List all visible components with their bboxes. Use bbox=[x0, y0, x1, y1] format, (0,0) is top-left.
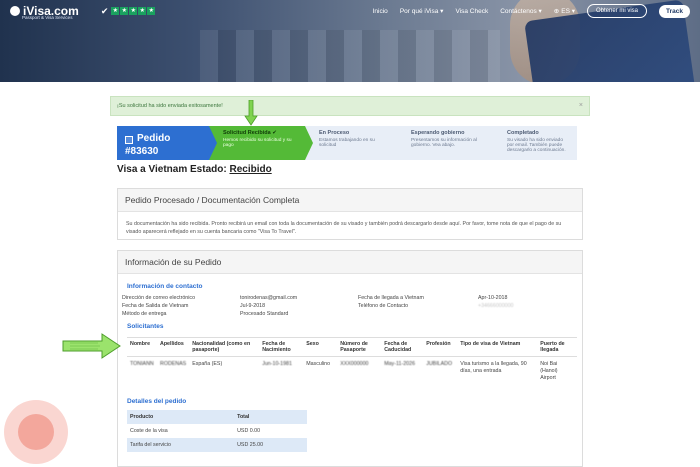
step-processing: En Proceso Estamos trabajando en su soli… bbox=[305, 126, 405, 160]
cell-passport-number: XXX000000 bbox=[340, 361, 369, 367]
column-header: Número de Pasaporte bbox=[337, 337, 382, 357]
cell-arrival-port: Noi Bai (Hanoi) Airport bbox=[540, 361, 558, 381]
cell-product: Coste de la visa bbox=[130, 428, 168, 434]
applicants-title: Solicitantes bbox=[127, 323, 164, 330]
order-details-title: Detalles del pedido bbox=[127, 398, 187, 405]
star-icon: ★ bbox=[120, 7, 129, 15]
column-header: Apellidos bbox=[157, 337, 190, 357]
contact-label-email: Dirección de correo electrónico bbox=[122, 295, 196, 301]
cell-visa-type: Visa turismo a la llegada, 90 días, una … bbox=[460, 361, 527, 374]
contact-label-arrival: Fecha de llegada a Vietnam bbox=[358, 295, 424, 301]
get-visa-button[interactable]: Obtener mi visa bbox=[586, 4, 647, 18]
step-received: Solicitud Recibida ✔ Hemos recibido su s… bbox=[209, 126, 313, 160]
logo-icon bbox=[10, 6, 20, 16]
table-row: Tarifa del servicio USD 25.00 bbox=[127, 438, 307, 452]
table-header-row: Producto Total bbox=[127, 410, 307, 424]
star-icon: ★ bbox=[138, 7, 147, 15]
cell-last-name: RODENAS bbox=[160, 361, 187, 367]
contact-value-email: tonirodenas@gmail.com bbox=[240, 295, 298, 301]
status-value: Recibido bbox=[229, 164, 272, 175]
column-header: Sexo bbox=[303, 337, 338, 357]
language-selector[interactable]: ⊕ ES ▾ bbox=[554, 7, 575, 15]
card-body: Su documentación ha sido recibida. Pront… bbox=[126, 221, 562, 235]
column-header: Tipo de visa de Vietnam bbox=[457, 337, 538, 357]
top-navigation: iVisa.com Passport & Visa Services ✔ ★ ★… bbox=[0, 0, 700, 22]
step-title: Completado bbox=[507, 130, 539, 136]
track-button[interactable]: Track bbox=[659, 4, 690, 18]
column-header: Fecha de Nacimiento bbox=[259, 337, 304, 357]
status-prefix: Visa a Vietnam Estado: bbox=[117, 164, 227, 175]
nav-link-visa-check[interactable]: Visa Check bbox=[455, 8, 488, 15]
step-order-title: Pedido bbox=[137, 133, 171, 144]
globe-icon: ⊕ bbox=[553, 8, 560, 15]
cell-birth-date: Jun-10-1981 bbox=[262, 361, 292, 367]
trustpilot-rating[interactable]: ✔ ★ ★ ★ ★ ★ bbox=[101, 6, 156, 17]
contact-label-delivery: Método de entrega bbox=[122, 311, 167, 317]
contact-value-departure: Jul-9-2018 bbox=[240, 303, 266, 309]
contact-info-title: Información de contacto bbox=[127, 283, 203, 290]
column-header: Total bbox=[237, 414, 250, 420]
table-row: TONIANN RODENAS España (ES) Jun-10-1981 … bbox=[127, 357, 577, 387]
step-description: Su visado ha sido enviado por email. Tam… bbox=[507, 138, 566, 153]
contact-label-departure: Fecha de Salida de Vietnam bbox=[122, 303, 189, 309]
card-title: Pedido Procesado / Documentación Complet… bbox=[118, 189, 582, 212]
order-details-table: Producto Total Coste de la visa USD 0.00… bbox=[127, 410, 307, 452]
table-header-row: Nombre Apellidos Nacionalidad (como en p… bbox=[127, 337, 577, 357]
contact-value-phone: +34666000000 bbox=[478, 303, 514, 309]
nav-link-contactenos[interactable]: Contáctenos ▾ bbox=[500, 7, 542, 15]
document-icon bbox=[125, 136, 133, 144]
cell-first-name: TONIANN bbox=[130, 361, 154, 367]
card-title: Información de su Pedido bbox=[118, 251, 582, 274]
cell-sex: Masculino bbox=[306, 361, 331, 367]
step-title: Esperando gobierno bbox=[411, 130, 465, 136]
visa-status: Visa a Vietnam Estado: Recibido bbox=[117, 164, 272, 175]
cell-total: USD 25.00 bbox=[237, 442, 264, 448]
order-progress-steps: Pedido #83630 Solicitud Recibida ✔ Hemos… bbox=[117, 126, 577, 160]
processed-card: Pedido Procesado / Documentación Complet… bbox=[117, 188, 583, 240]
table-row: Coste de la visa USD 0.00 bbox=[127, 424, 307, 438]
nav-link-por-que[interactable]: Por qué iVisa ▾ bbox=[400, 7, 444, 15]
star-icon: ★ bbox=[129, 7, 138, 15]
cell-total: USD 0.00 bbox=[237, 428, 261, 434]
alert-message: ¡Su solicitud ha sido enviada exitosamen… bbox=[117, 103, 223, 109]
step-completed: Completado Su visado ha sido enviado por… bbox=[493, 126, 577, 160]
language-label: ES ▾ bbox=[561, 8, 575, 15]
step-description: Hemos recibido su solicitud y su pago bbox=[223, 138, 292, 148]
step-title: En Proceso bbox=[319, 130, 350, 136]
cell-product: Tarifa del servicio bbox=[130, 442, 171, 448]
star-icon: ★ bbox=[111, 7, 120, 15]
watermark-logo-icon bbox=[4, 400, 68, 464]
step-title: Solicitud Recibida ✔ bbox=[223, 130, 277, 136]
nav-links: Inicio Por qué iVisa ▾ Visa Check Contác… bbox=[373, 4, 690, 18]
column-header: Puerto de llegada bbox=[537, 337, 577, 357]
star-icon: ★ bbox=[147, 7, 156, 15]
nav-link-inicio[interactable]: Inicio bbox=[373, 8, 388, 15]
step-order: Pedido #83630 bbox=[117, 126, 217, 160]
contact-label-phone: Teléfono de Contacto bbox=[358, 303, 409, 309]
contact-value-arrival: Apr-10-2018 bbox=[478, 295, 508, 301]
trustpilot-icon: ✔ bbox=[100, 5, 109, 16]
success-alert: ¡Su solicitud ha sido enviada exitosamen… bbox=[110, 96, 590, 116]
contact-value-delivery: Procesado Standard bbox=[240, 311, 289, 317]
step-description: Presentamos su información al gobierno. … bbox=[411, 138, 477, 148]
arrow-down-icon bbox=[244, 100, 258, 126]
hero-crowd-image bbox=[200, 30, 500, 82]
cell-expiry-date: May-11-2026 bbox=[384, 361, 416, 367]
column-header: Nombre bbox=[127, 337, 157, 357]
step-description: Estamos trabajando en su solicitud bbox=[319, 138, 375, 148]
cell-profession: JUBILADO bbox=[426, 361, 453, 367]
logo-subtitle: Passport & Visa Services bbox=[22, 15, 73, 20]
close-icon[interactable]: × bbox=[579, 102, 583, 109]
order-number: #83630 bbox=[125, 146, 159, 157]
arrow-right-icon bbox=[62, 333, 121, 359]
cell-nationality: España (ES) bbox=[192, 361, 223, 367]
column-header: Fecha de Caducidad bbox=[381, 337, 424, 357]
applicants-table: Nombre Apellidos Nacionalidad (como en p… bbox=[127, 337, 577, 386]
column-header: Producto bbox=[130, 414, 154, 420]
column-header: Profesión bbox=[423, 337, 458, 357]
step-government: Esperando gobierno Presentamos su inform… bbox=[397, 126, 501, 160]
column-header: Nacionalidad (como en pasaporte) bbox=[189, 337, 260, 357]
